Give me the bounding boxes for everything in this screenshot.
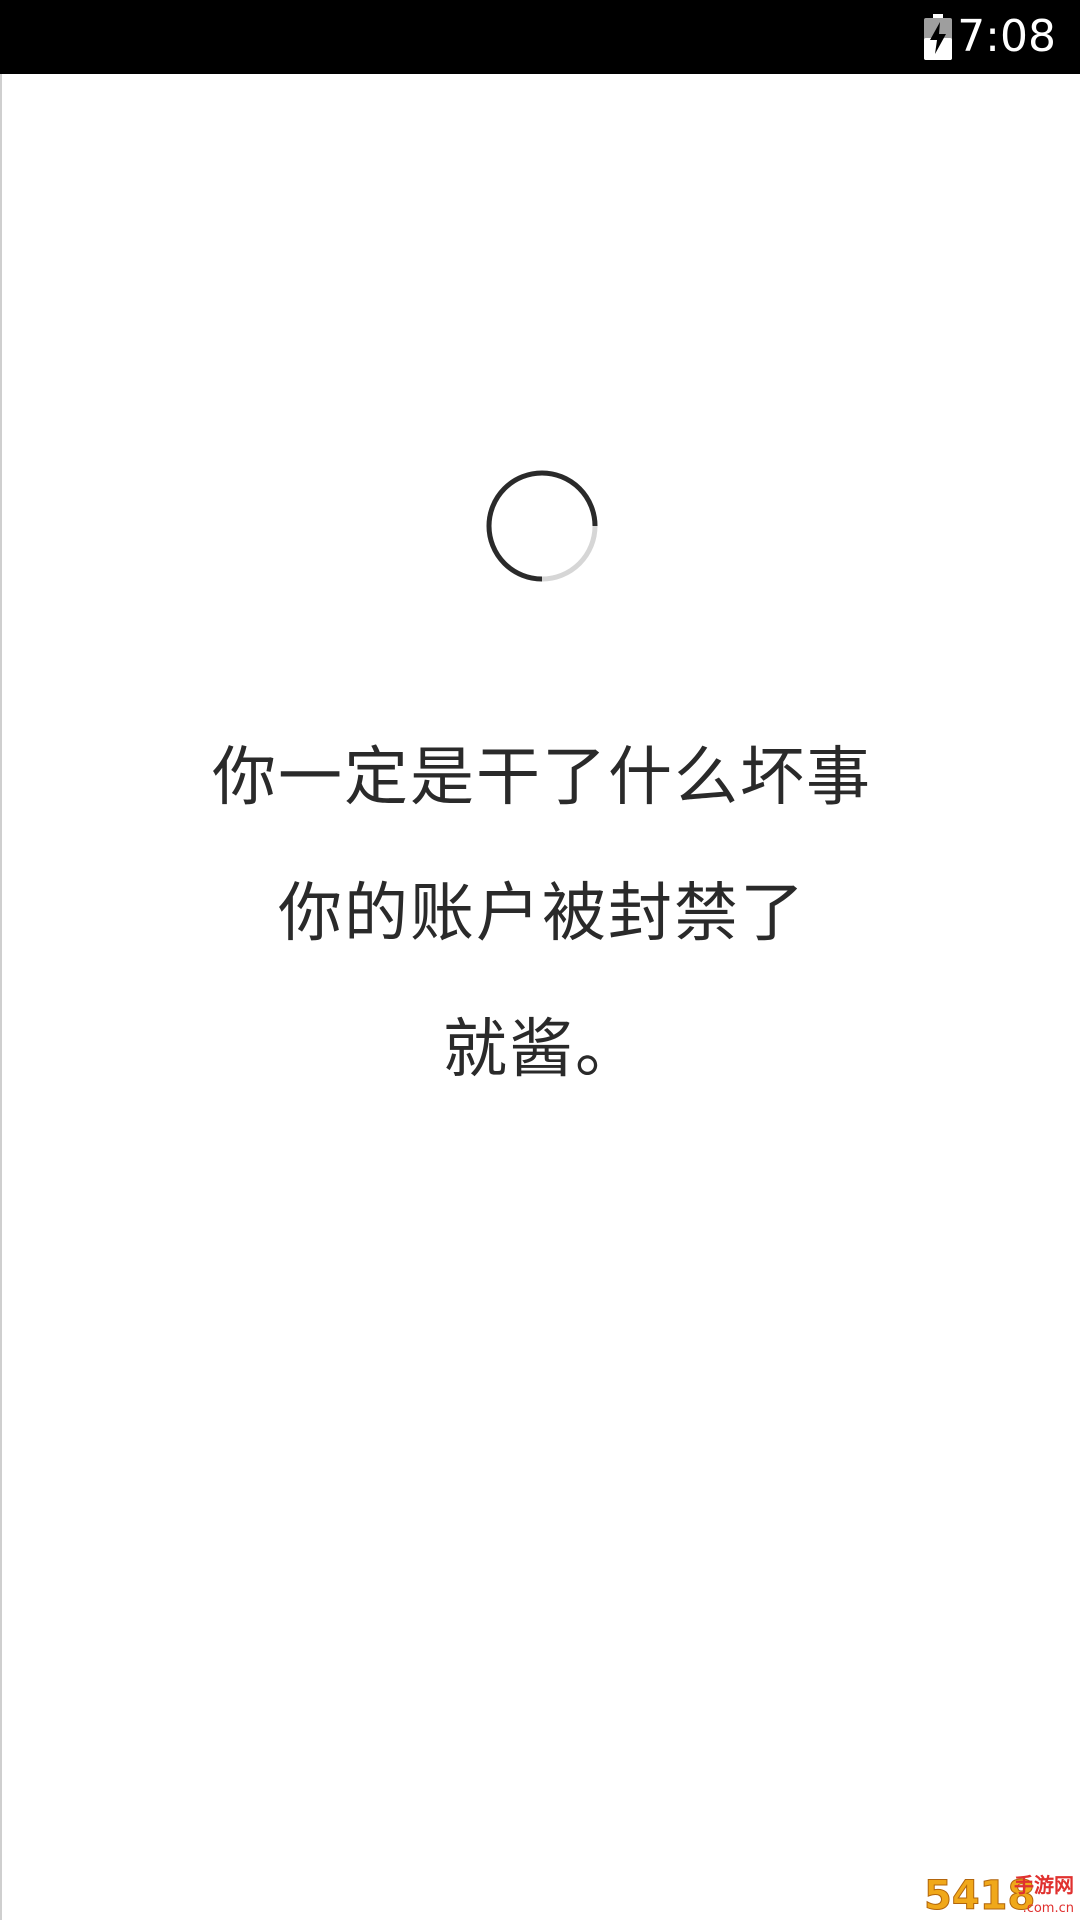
ban-message-line-1: 你一定是干了什么坏事 [212, 741, 872, 815]
ban-message-line-3: 就酱。 [443, 1013, 641, 1087]
status-bar: 7:08 [0, 0, 1080, 74]
battery-charging-icon [924, 14, 952, 60]
loading-spinner-icon [486, 470, 598, 582]
app-screen: 7:08 你一定是干了什么坏事 你的账户被封禁了 就酱。 5418 手游网 .c… [0, 0, 1080, 1920]
watermark-site: 手游网 [1014, 1873, 1074, 1897]
ban-message-line-2: 你的账户被封禁了 [278, 877, 806, 951]
status-clock: 7:08 [957, 11, 1056, 62]
site-watermark: 5418 手游网 .com.cn [920, 1870, 1080, 1920]
watermark-domain: .com.cn [1022, 1901, 1074, 1916]
main-content: 你一定是干了什么坏事 你的账户被封禁了 就酱。 [0, 74, 1080, 1920]
